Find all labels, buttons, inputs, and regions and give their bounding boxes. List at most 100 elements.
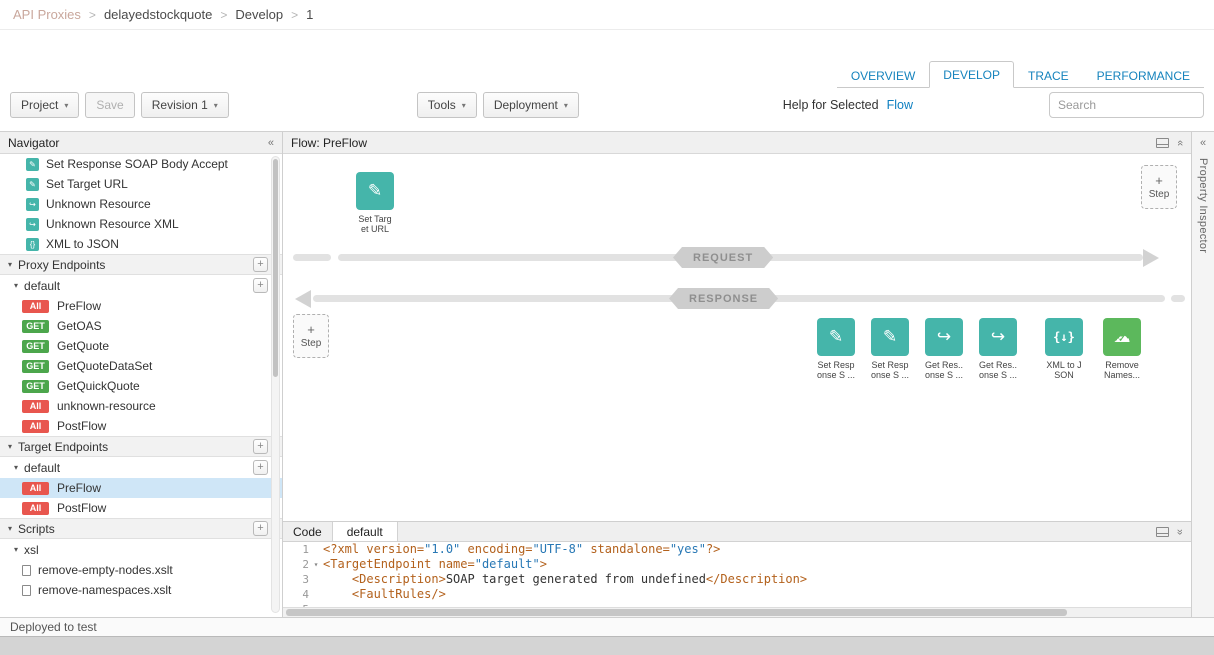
plus-icon: + [307, 323, 315, 336]
navigator-title: Navigator [8, 136, 59, 150]
code-line[interactable]: 1<?xml version="1.0" encoding="UTF-8" st… [283, 542, 1191, 557]
add-step-button-request[interactable]: + Step [1141, 165, 1177, 209]
flow-name: PreFlow [57, 481, 101, 495]
add-target-endpoint-button[interactable]: + [253, 439, 268, 454]
add-step-label: Step [301, 338, 322, 349]
flow-step-get-response-2[interactable]: ↪ Get Res.. onse S ... [979, 318, 1017, 356]
split-panel-icon[interactable] [1156, 527, 1169, 537]
proxy-endpoint-default[interactable]: ▾ default + [0, 275, 282, 296]
add-flow-button[interactable]: + [253, 460, 268, 475]
tools-menu-button[interactable]: Tools ▾ [417, 92, 477, 118]
deployment-menu-button[interactable]: Deployment ▾ [483, 92, 579, 118]
breadcrumb-api-proxies[interactable]: API Proxies [13, 7, 81, 22]
verb-badge: All [22, 482, 49, 495]
help-flow-link[interactable]: Flow [887, 98, 913, 112]
breadcrumb-separator: > [89, 8, 96, 22]
flow-name: GetQuoteDataSet [57, 359, 152, 373]
flow-header: Flow: PreFlow « [283, 132, 1191, 154]
flow-step-set-response-soap-2[interactable]: ✎ Set Resp onse S ... [871, 318, 909, 356]
code-editor[interactable]: 1<?xml version="1.0" encoding="UTF-8" st… [283, 542, 1191, 617]
collapse-panel-icon[interactable]: « [1174, 139, 1186, 145]
navigator-scrollbar[interactable] [271, 156, 280, 613]
nav-proxy-flow-preflow[interactable]: All PreFlow [0, 296, 282, 316]
breadcrumb: API Proxies > delayedstockquote > Develo… [0, 0, 1214, 30]
nav-script-remove-namespaces[interactable]: remove-namespaces.xslt [0, 580, 282, 600]
chevron-down-icon: ▾ [8, 442, 12, 451]
script-arrow-icon: ↪ [26, 218, 39, 231]
expand-property-inspector-icon[interactable]: « [1200, 137, 1206, 149]
section-label: Scripts [18, 522, 55, 536]
flow-step-remove-namespaces[interactable]: ☁ ✓ Remove Names... [1103, 318, 1141, 356]
save-button[interactable]: Save [85, 92, 134, 118]
breadcrumb-proxy-name[interactable]: delayedstockquote [104, 7, 212, 22]
collapse-navigator-icon[interactable]: « [268, 137, 274, 149]
nav-proxy-flow-getquickquote[interactable]: GET GetQuickQuote [0, 376, 282, 396]
flow-name: GetQuickQuote [57, 379, 140, 393]
expand-panel-icon[interactable]: « [1174, 528, 1186, 534]
verb-badge: All [22, 400, 49, 413]
chevron-down-icon: ▾ [14, 281, 18, 290]
nav-target-flow-preflow[interactable]: All PreFlow [0, 478, 282, 498]
nav-proxy-flow-getoas[interactable]: GET GetOAS [0, 316, 282, 336]
chevron-down-icon: ▾ [462, 101, 466, 110]
code-line[interactable]: 2▾<TargetEndpoint name="default"> [283, 557, 1191, 572]
script-arrow-icon: ↪ [26, 198, 39, 211]
search-input[interactable] [1049, 92, 1204, 118]
nav-item-set-target-url[interactable]: ✎ Set Target URL [0, 174, 282, 194]
pencil-icon: ✎ [356, 172, 394, 210]
line-number: 4 [283, 587, 309, 602]
revision-menu-button[interactable]: Revision 1 ▾ [141, 92, 229, 118]
property-inspector-strip[interactable]: « Property Inspector [1192, 132, 1214, 617]
flow-step-get-response[interactable]: ↪ Get Res.. onse S ... [925, 318, 963, 356]
code-tab-default[interactable]: default [332, 522, 398, 541]
flow-step-set-target-url[interactable]: ✎ Set Targ et URL [356, 172, 394, 210]
add-flow-button[interactable]: + [253, 278, 268, 293]
revision-menu-label: Revision 1 [152, 98, 208, 112]
code-line[interactable]: 3 <Description>SOAP target generated fro… [283, 572, 1191, 587]
section-target-endpoints[interactable]: ▾ Target Endpoints + [0, 436, 282, 457]
section-scripts[interactable]: ▾ Scripts + [0, 518, 282, 539]
nav-script-remove-empty-nodes[interactable]: remove-empty-nodes.xslt [0, 560, 282, 580]
scripts-group-xsl[interactable]: ▾ xsl [0, 539, 282, 560]
code-line[interactable]: 4 <FaultRules/> [283, 587, 1191, 602]
add-script-button[interactable]: + [253, 521, 268, 536]
pencil-icon: ✎ [26, 178, 39, 191]
nav-item-unknown-resource[interactable]: ↪ Unknown Resource [0, 194, 282, 214]
verb-badge: GET [22, 320, 49, 333]
split-panel-icon[interactable] [1156, 138, 1169, 148]
nav-item-xml-to-json[interactable]: {} XML to JSON [0, 234, 282, 254]
nav-proxy-flow-unknown-resource[interactable]: All unknown-resource [0, 396, 282, 416]
verb-badge: GET [22, 380, 49, 393]
nav-item-unknown-resource-xml[interactable]: ↪ Unknown Resource XML [0, 214, 282, 234]
tab-develop[interactable]: DEVELOP [929, 61, 1014, 88]
tab-overview[interactable]: OVERVIEW [837, 62, 929, 88]
nav-proxy-flow-postflow[interactable]: All PostFlow [0, 416, 282, 436]
window-bottom-strip [0, 636, 1214, 655]
nav-proxy-flow-getquote[interactable]: GET GetQuote [0, 336, 282, 356]
plus-icon: + [1155, 174, 1163, 187]
fold-toggle-icon[interactable]: ▾ [309, 557, 323, 572]
flow-step-xml-to-json[interactable]: {↓} XML to J SON [1045, 318, 1083, 356]
tools-menu-label: Tools [428, 98, 456, 112]
tab-trace[interactable]: TRACE [1014, 62, 1083, 88]
add-proxy-endpoint-button[interactable]: + [253, 257, 268, 272]
toolbar: Project ▾ Save Revision 1 ▾ Tools ▾ Depl… [0, 90, 1214, 120]
tab-performance[interactable]: PERFORMANCE [1083, 62, 1204, 88]
add-step-button-response[interactable]: + Step [293, 314, 329, 358]
nav-item-set-response-soap-body-accept[interactable]: ✎ Set Response SOAP Body Accept [0, 154, 282, 174]
nav-target-flow-postflow[interactable]: All PostFlow [0, 498, 282, 518]
breadcrumb-develop[interactable]: Develop [235, 7, 283, 22]
navigator-list: ✎ Set Response SOAP Body Accept ✎ Set Ta… [0, 154, 282, 617]
scrollbar-thumb[interactable] [286, 609, 1067, 616]
step-label: Set Resp onse S ... [861, 360, 919, 380]
nav-proxy-flow-getquotedataset[interactable]: GET GetQuoteDataSet [0, 356, 282, 376]
document-icon [22, 585, 31, 596]
flow-step-set-response-soap[interactable]: ✎ Set Resp onse S ... [817, 318, 855, 356]
project-menu-button[interactable]: Project ▾ [10, 92, 79, 118]
section-proxy-endpoints[interactable]: ▾ Proxy Endpoints + [0, 254, 282, 275]
code-horizontal-scrollbar[interactable] [283, 607, 1191, 617]
nav-item-label: Unknown Resource XML [46, 217, 179, 231]
target-endpoint-default[interactable]: ▾ default + [0, 457, 282, 478]
scrollbar-thumb[interactable] [273, 159, 278, 377]
breadcrumb-separator: > [220, 8, 227, 22]
